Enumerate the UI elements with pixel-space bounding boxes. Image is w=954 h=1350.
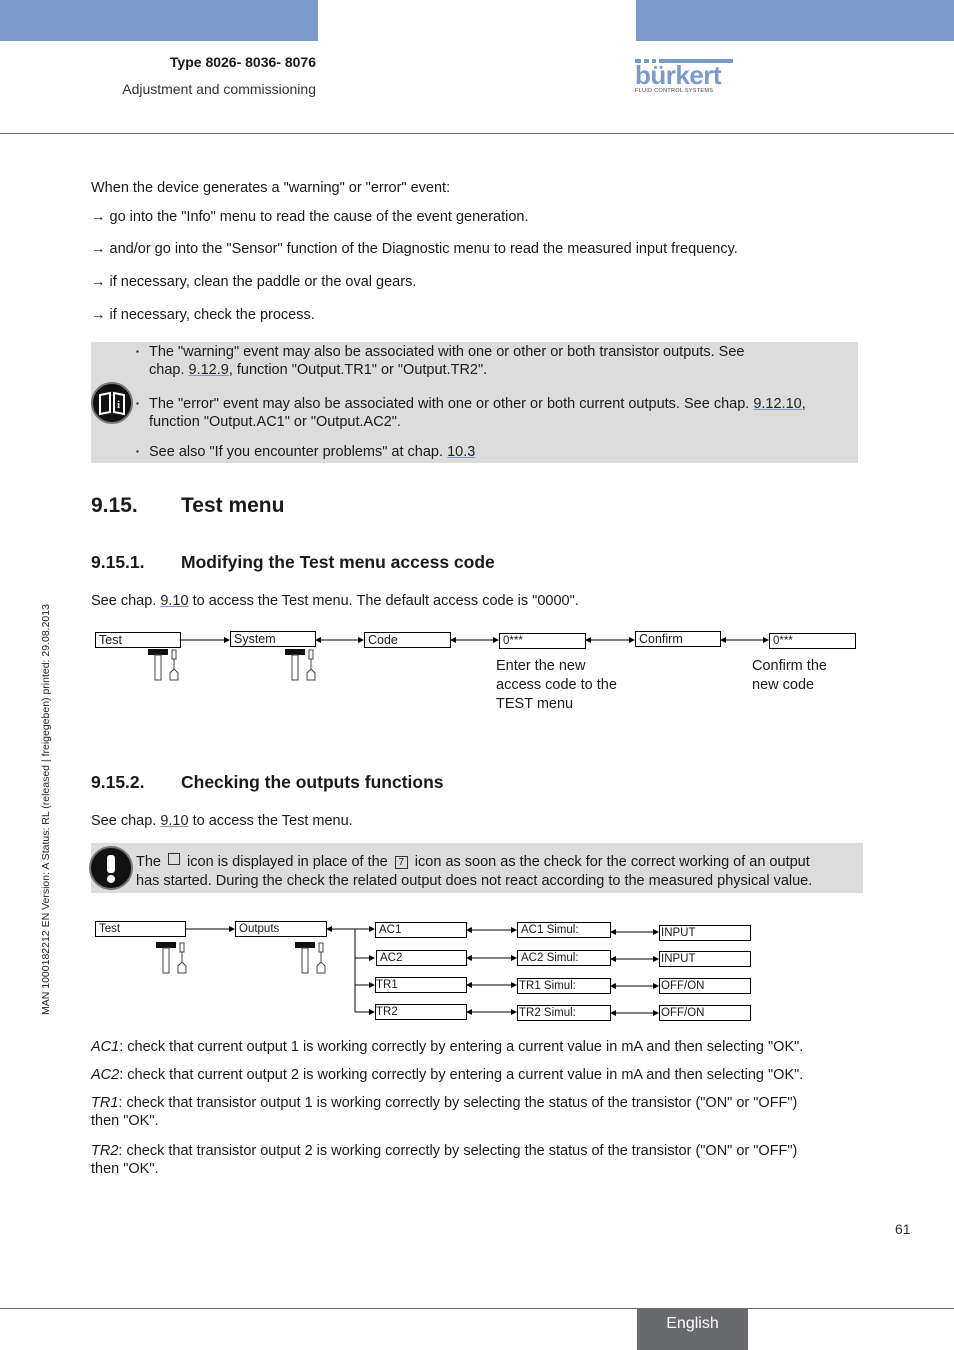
flow-box-code: Code xyxy=(364,632,451,648)
description-tr2: TR2: check that transistor output 2 is w… xyxy=(91,1143,798,1177)
section-title: Test menu xyxy=(181,494,285,517)
flow-box-tr2-value: OFF/ON xyxy=(659,1005,751,1021)
intro-step: → if necessary, clean the paddle or the … xyxy=(91,274,417,290)
info-text: The "error" event may also be associated… xyxy=(149,396,754,412)
description-tr1: TR1: check that transistor output 1 is w… xyxy=(91,1095,798,1129)
flow-box-ac2-value: INPUT xyxy=(659,951,751,967)
chapter-link[interactable]: 9.12.10 xyxy=(753,396,801,412)
section-heading: 9.15. Test menu xyxy=(91,494,284,518)
note-confirm-code: Confirm the new code xyxy=(752,658,827,693)
intro-step: → if necessary, check the process. xyxy=(91,307,315,323)
chapter-link[interactable]: 9.10 xyxy=(160,813,188,829)
page-number: 61 xyxy=(895,1221,911,1237)
info-item-2: The "error" event may also be associated… xyxy=(149,396,806,430)
burkert-logo: bürkert FLUID CONTROL SYSTEMS xyxy=(635,59,733,94)
flow-box-ac2: AC2 xyxy=(376,950,467,966)
flow-box-tr2-simul: TR2 Simul: xyxy=(517,1005,611,1021)
flow-box-confirm: Confirm xyxy=(635,631,721,647)
measure-mode-icon: 7 xyxy=(394,856,408,869)
book-info-icon: i xyxy=(91,382,133,424)
subsection-number: 9.15.2. xyxy=(91,772,145,792)
flow-box-ac1-value: INPUT xyxy=(659,925,751,941)
info-text: , function "Output.TR1" or "Output.TR2". xyxy=(228,362,488,378)
intro-lead: When the device generates a "warning" or… xyxy=(91,180,451,196)
flow-box-tr2: TR2 xyxy=(375,1004,467,1020)
intro-step: → go into the "Info" menu to read the ca… xyxy=(91,209,529,225)
flow-box-ac1: AC1 xyxy=(375,922,467,938)
tools-icon xyxy=(295,942,326,974)
flow-box-tr1-value: OFF/ON xyxy=(659,978,751,994)
doc-type: Type 8026- 8036- 8076 xyxy=(169,54,316,70)
subsection-title: Modifying the Test menu access code xyxy=(181,552,495,572)
subsection-title: Checking the outputs functions xyxy=(181,772,444,792)
flow-box-test: Test xyxy=(95,632,181,648)
bullet: ▪ xyxy=(136,347,139,356)
sub2-text: See chap. 9.10 to access the Test menu. xyxy=(91,813,353,829)
tools-icon xyxy=(148,649,179,681)
note-enter-code: Enter the new access code to the TEST menu xyxy=(496,658,617,712)
info-item-3: See also "If you encounter problems" at … xyxy=(149,444,475,460)
flow-box-ac2-simul: AC2 Simul: xyxy=(517,950,611,966)
info-text: chap. xyxy=(149,362,189,378)
info-text: , xyxy=(801,396,806,412)
language-tab: English xyxy=(637,1308,748,1350)
flow-box-confirm-entry: 0*** xyxy=(769,633,856,649)
description-ac1: AC1: check that current output 1 is work… xyxy=(91,1039,804,1055)
flow-box-system: System xyxy=(230,631,316,647)
tools-icon xyxy=(285,649,316,681)
info-item-1: The "warning" event may also be associat… xyxy=(149,344,744,378)
flow-box-test: Test xyxy=(95,921,186,937)
test-mode-icon xyxy=(168,853,181,865)
section-number: 9.15. xyxy=(91,494,138,517)
info-text: The "warning" event may also be associat… xyxy=(149,344,745,360)
chapter-title: Adjustment and commissioning xyxy=(122,81,316,97)
subsection-number: 9.15.1. xyxy=(91,552,145,572)
info-text: See also "If you encounter problems" at … xyxy=(149,444,448,460)
doc-metadata-sidebar: MAN 1000182212 EN Version: A Status: RL … xyxy=(40,604,52,1015)
sub1-text: See chap. 9.10 to access the Test menu. … xyxy=(91,593,579,609)
description-ac2: AC2: check that current output 2 is work… xyxy=(91,1067,804,1083)
flow-box-ac1-simul: AC1 Simul: xyxy=(517,922,611,938)
bullet: ▪ xyxy=(136,447,139,456)
warning-text: The icon is displayed in place of the 7 … xyxy=(136,853,813,889)
footer-divider xyxy=(0,1308,954,1309)
intro-step: → and/or go into the "Sensor" function o… xyxy=(91,241,738,257)
header-divider xyxy=(0,133,954,134)
chapter-link[interactable]: 9.10 xyxy=(160,593,188,609)
chapter-link[interactable]: 9.12.9 xyxy=(189,362,229,378)
flow-box-tr1: TR1 xyxy=(375,977,467,993)
exclamation-icon xyxy=(89,846,133,890)
tools-icon xyxy=(156,942,187,974)
subsection-heading: 9.15.1. Modifying the Test menu access co… xyxy=(91,552,495,573)
flow-box-code-entry: 0*** xyxy=(499,633,586,649)
logo-word: bürkert xyxy=(635,60,722,90)
header-bar-left xyxy=(0,0,318,41)
bullet: ▪ xyxy=(136,399,139,408)
chapter-link[interactable]: 10.3 xyxy=(447,444,475,460)
svg-text:i: i xyxy=(117,399,120,411)
subsection-heading: 9.15.2. Checking the outputs functions xyxy=(91,772,444,793)
info-text: function "Output.AC1" or "Output.AC2". xyxy=(149,414,401,430)
header-bar-right xyxy=(636,0,954,41)
flow-box-outputs: Outputs xyxy=(235,921,327,937)
flow-box-tr1-simul: TR1 Simul: xyxy=(517,978,611,994)
